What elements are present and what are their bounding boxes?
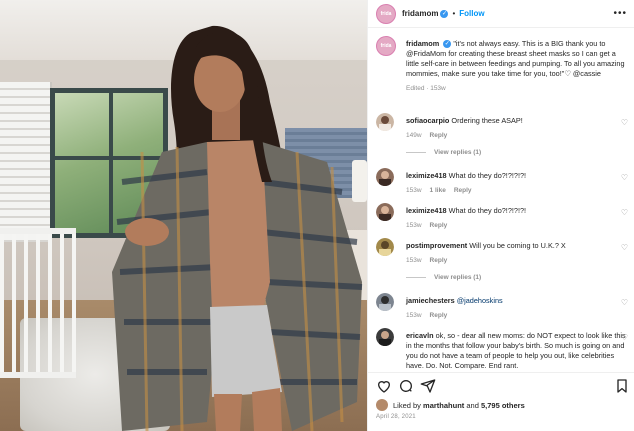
post-header: frida fridamom ✓ • Follow •••	[368, 0, 634, 28]
caption-meta: Edited · 153w	[406, 84, 628, 94]
comment-meta: 153w Reply	[406, 221, 628, 231]
like-comment-heart-icon[interactable]: ♡	[621, 118, 628, 127]
likes-conj: and	[466, 400, 479, 410]
reply-button[interactable]: Reply	[454, 187, 472, 194]
bookmark-icon[interactable]	[614, 378, 630, 394]
window-shutter	[0, 82, 52, 242]
avatar-image	[376, 328, 394, 346]
comment-user[interactable]: ericavln	[406, 331, 434, 340]
comment-body: jamiechesters @jadehoskins 153w Reply	[406, 296, 628, 321]
post-photo[interactable]	[0, 0, 367, 431]
comment-icon[interactable]	[398, 378, 414, 394]
comment-user[interactable]: postimprovement	[406, 241, 467, 250]
avatar-text: frida	[380, 43, 392, 49]
comment-body: ericavln ok, so - dear all new moms: do …	[406, 331, 628, 370]
person-figure	[112, 25, 363, 431]
verified-badge-icon: ✓	[440, 9, 449, 18]
avatar-image	[376, 203, 394, 221]
like-comment-heart-icon[interactable]: ♡	[621, 298, 628, 307]
share-icon[interactable]	[420, 378, 436, 394]
comment-user[interactable]: leximize418	[406, 171, 447, 180]
reply-button[interactable]: Reply	[430, 312, 448, 319]
comment-text: @jadehoskins	[456, 296, 503, 305]
comment-body: sofiaocarpio Ordering these ASAP! 149w Re…	[406, 116, 628, 141]
commenter-avatar[interactable]	[376, 203, 394, 221]
caption-text: "it's not always easy. This is a BIG tha…	[406, 39, 625, 78]
avatar-text: frida	[380, 10, 392, 17]
commenter-avatar[interactable]	[376, 168, 394, 186]
reply-button[interactable]: Reply	[430, 132, 448, 139]
comment-like-count[interactable]: 1 like	[430, 187, 446, 194]
reply-button[interactable]: Reply	[430, 222, 448, 229]
view-replies-button[interactable]: View replies (1)	[406, 149, 481, 156]
comment-body: leximize418 What do they do?!?!?!?! 153w…	[406, 171, 628, 196]
action-bar	[368, 372, 634, 396]
caption-body: fridamom ✓ "it's not always easy. This i…	[406, 39, 628, 94]
author-avatar[interactable]: frida	[376, 3, 396, 24]
post-side-panel: frida fridamom ✓ • Follow ••• frida frid…	[367, 0, 634, 431]
avatar-image	[376, 168, 394, 186]
comment-time: 153w	[406, 257, 422, 264]
comment-user[interactable]: jamiechesters	[406, 296, 455, 305]
comment-text: Ordering these ASAP!	[451, 116, 523, 125]
view-replies-button[interactable]: View replies (1)	[406, 274, 481, 281]
commenter-avatar[interactable]	[376, 113, 394, 131]
caption-avatar[interactable]: frida	[376, 36, 396, 56]
comment-time: 153w	[406, 312, 422, 319]
like-comment-heart-icon[interactable]: ♡	[621, 173, 628, 182]
comment-meta: 153w Reply	[406, 256, 628, 266]
separator-dot: •	[452, 9, 456, 18]
comment-body: postimprovement Will you be coming to U.…	[406, 241, 628, 266]
reply-button[interactable]: Reply	[430, 257, 448, 264]
crib	[0, 228, 76, 378]
likes-line: Liked by marthahunt and 5,795 others	[376, 399, 525, 411]
comment-meta: 149w Reply	[406, 131, 628, 141]
verified-badge-icon: ✓	[443, 40, 452, 49]
liker-avatar[interactable]	[376, 399, 388, 411]
comment-text: What do they do?!?!?!?!	[448, 206, 527, 215]
commenter-avatar[interactable]	[376, 328, 394, 346]
commenter-avatar[interactable]	[376, 293, 394, 311]
caption-author[interactable]: fridamom	[406, 39, 439, 48]
comments-list[interactable]: frida fridamom ✓ "it's not always easy. …	[368, 30, 634, 370]
liker-username[interactable]: marthahunt	[423, 401, 464, 410]
heart-icon[interactable]	[376, 378, 392, 394]
caption-meta-text: Edited · 153w	[406, 85, 446, 92]
comment-user[interactable]: sofiaocarpio	[406, 116, 449, 125]
comment-time: 153w	[406, 187, 422, 194]
like-comment-heart-icon[interactable]: ♡	[621, 208, 628, 217]
comment-body: leximize418 What do they do?!?!?!?! 153w…	[406, 206, 628, 231]
avatar-image	[376, 293, 394, 311]
like-comment-heart-icon[interactable]: ♡	[621, 243, 628, 252]
comment-text: Will you be coming to U.K.? X	[469, 241, 566, 250]
comment-time: 149w	[406, 132, 422, 139]
likes-prefix: Liked by	[393, 400, 421, 410]
author-username[interactable]: fridamom	[402, 9, 438, 18]
avatar-image	[376, 238, 394, 256]
commenter-avatar[interactable]	[376, 238, 394, 256]
comment-user[interactable]: leximize418	[406, 206, 447, 215]
likes-count[interactable]: 5,795 others	[481, 401, 525, 410]
more-options-icon[interactable]: •••	[613, 8, 627, 19]
follow-button[interactable]: Follow	[459, 9, 484, 18]
post-date: April 28, 2021	[376, 414, 416, 420]
comment-time: 153w	[406, 222, 422, 229]
comment-text: ok, so - dear all new moms: do NOT expec…	[406, 331, 626, 370]
avatar-image	[376, 113, 394, 131]
comment-text: What do they do?!?!?!?!	[448, 171, 527, 180]
like-comment-heart-icon[interactable]: ♡	[621, 333, 628, 342]
comment-meta: 153w 1 like Reply	[406, 186, 628, 196]
comment-meta: 153w Reply	[406, 311, 628, 321]
